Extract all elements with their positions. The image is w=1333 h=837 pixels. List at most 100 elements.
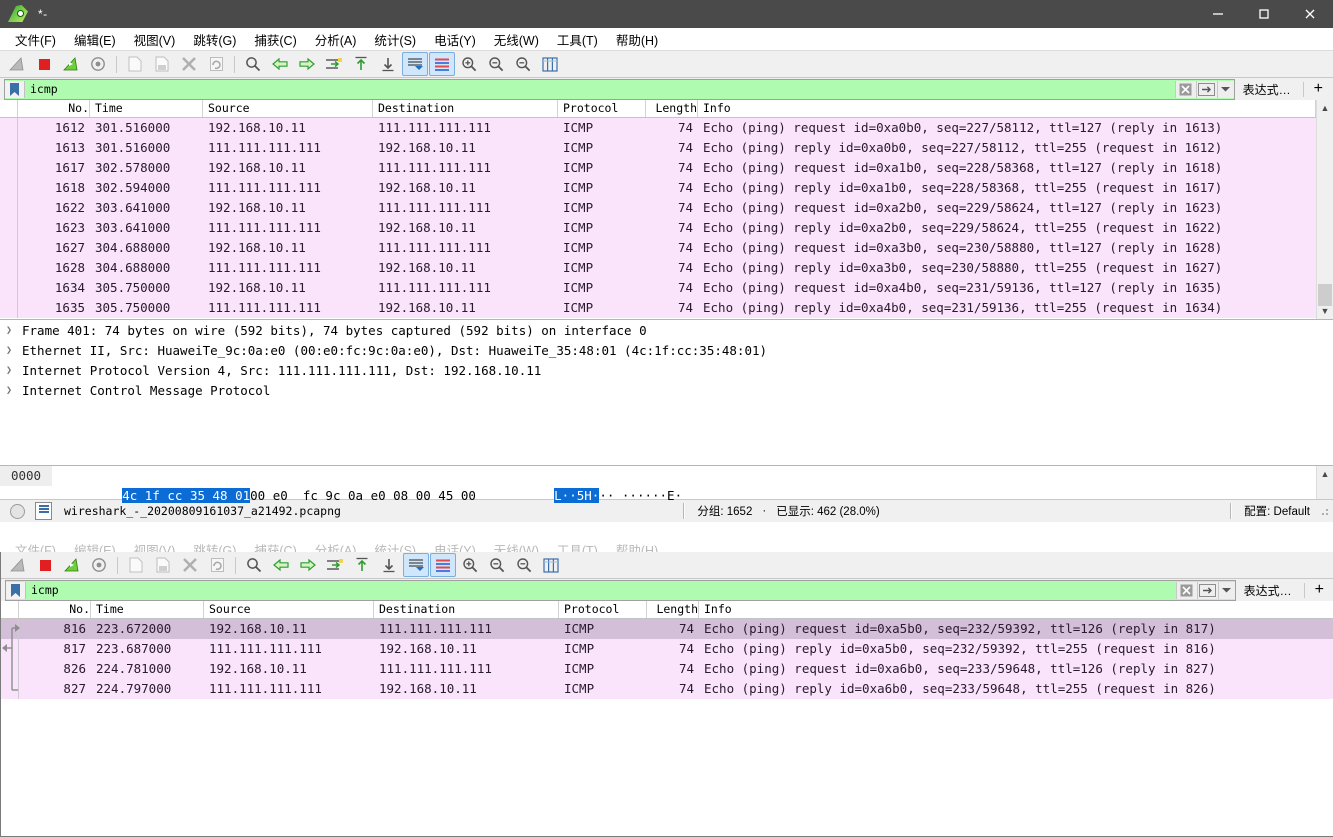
menu-capture[interactable]: 捕获(C) [245,28,305,51]
menu-go[interactable]: 跳转(G) [184,28,245,51]
restart-capture-icon[interactable] [58,52,84,76]
menu-help[interactable]: 帮助(H) [607,28,667,51]
packet-list-body[interactable]: 1612 301.516000 192.168.10.11 111.111.111.1… [0,118,1316,318]
colorize-icon[interactable] [429,52,455,76]
zoom-out-icon[interactable] [484,553,510,577]
filter-dropdown-icon[interactable] [1217,581,1235,599]
zoom-reset-icon[interactable] [510,52,536,76]
colorize-icon[interactable] [430,553,456,577]
zoom-in-icon[interactable] [457,553,483,577]
packet-list[interactable]: No. Time Source Destination Protocol Len… [0,100,1333,319]
packet-row[interactable]: 816 223.672000 192.168.10.11 111.111.111.11… [1,619,1333,639]
column-header-source[interactable]: Source [204,601,374,618]
display-filter-input[interactable] [25,79,1175,99]
menu-analyze[interactable]: 分析(A) [306,28,366,51]
column-header-info[interactable]: Info [698,100,1316,117]
bookmark-icon[interactable] [6,581,26,599]
detail-row[interactable]: ❯ Internet Control Message Protocol [0,380,1333,400]
packet-row[interactable]: 1617 302.578000 192.168.10.11 111.111.111.1… [0,158,1316,178]
go-forward-icon[interactable] [294,52,320,76]
resize-grip[interactable] [1318,505,1330,517]
save-file-icon[interactable] [149,52,175,76]
close-file-icon[interactable] [177,553,203,577]
reload-file-icon[interactable] [204,553,230,577]
packet-row[interactable]: 1612 301.516000 192.168.10.11 111.111.111.1… [0,118,1316,138]
stop-capture-icon[interactable] [32,553,58,577]
ascii-rest[interactable]: ·· ······E· [599,488,682,503]
scrollbar-thumb[interactable] [1318,284,1332,306]
minimize-button[interactable] [1195,0,1241,28]
scrollbar-track[interactable] [1317,116,1333,306]
capture-options-icon[interactable] [86,553,112,577]
apply-filter-icon[interactable] [1196,581,1218,599]
capture-file-icon[interactable] [35,502,52,520]
bytes-pane-scrollbar[interactable]: ▲ [1316,466,1333,499]
display-filter-field[interactable] [4,78,1235,100]
resize-columns-icon[interactable] [537,52,563,76]
packet-row[interactable]: 1634 305.750000 192.168.10.11 111.111.111.1… [0,278,1316,298]
close-file-icon[interactable] [176,52,202,76]
menu-wireless[interactable]: 无线(W) [485,28,548,51]
start-capture-icon[interactable] [5,553,31,577]
resize-columns-icon[interactable] [538,553,564,577]
packet-bytes-pane[interactable]: 0000 4c 1f cc 35 48 0100 e0 fc 9c 0a e0 … [0,465,1333,503]
go-to-first-icon[interactable] [348,52,374,76]
second-display-filter-input[interactable] [26,580,1176,600]
expand-triangle-icon[interactable]: ❯ [6,325,22,336]
bytes-scrollbar-track[interactable] [1317,482,1333,499]
column-header-protocol[interactable]: Protocol [559,601,647,618]
auto-scroll-icon[interactable] [402,52,428,76]
go-to-first-icon[interactable] [349,553,375,577]
detail-row[interactable]: ❯ Frame 401: 74 bytes on wire (592 bits),… [0,320,1333,340]
go-to-last-icon[interactable] [376,553,402,577]
packet-list-scrollbar[interactable]: ▲ ▼ [1316,100,1333,319]
column-header-time[interactable]: Time [90,100,203,117]
expand-triangle-icon[interactable]: ❯ [6,385,22,396]
zoom-reset-icon[interactable] [511,553,537,577]
apply-filter-icon[interactable] [1195,80,1217,98]
column-header-protocol[interactable]: Protocol [558,100,646,117]
packet-row[interactable]: 827 224.797000 111.111.111.111 192.168.10.1… [1,679,1333,699]
column-header-length[interactable]: Length [646,100,698,117]
hex-bytes-selected[interactable]: 4c 1f cc 35 48 01 [122,488,251,503]
hex-bytes-rest[interactable]: 00 e0 fc 9c 0a e0 08 00 45 00 [250,488,476,503]
find-packet-icon[interactable] [241,553,267,577]
bytes-scroll-up-icon[interactable]: ▲ [1317,466,1333,482]
packet-row[interactable]: 1623 303.641000 111.111.111.111 192.168.10.… [0,218,1316,238]
go-back-icon[interactable] [268,553,294,577]
packet-row[interactable]: 1628 304.688000 111.111.111.111 192.168.10.… [0,258,1316,278]
profile-label[interactable]: 配置: Default [1236,503,1318,519]
go-to-last-icon[interactable] [375,52,401,76]
column-header-source[interactable]: Source [203,100,373,117]
expert-info-icon[interactable] [10,503,25,519]
start-capture-icon[interactable] [4,52,30,76]
expand-triangle-icon[interactable]: ❯ [6,345,22,356]
detail-row[interactable]: ❯ Internet Protocol Version 4, Src: 111.1… [0,360,1333,380]
capture-options-icon[interactable] [85,52,111,76]
open-file-icon[interactable] [122,52,148,76]
filter-dropdown-icon[interactable] [1216,80,1234,98]
restart-capture-icon[interactable] [59,553,85,577]
go-to-packet-icon[interactable] [322,553,348,577]
reload-file-icon[interactable] [203,52,229,76]
expand-triangle-icon[interactable]: ❯ [6,365,22,376]
second-filter-expression-button[interactable]: 表达式… [1236,582,1300,599]
stop-capture-icon[interactable] [31,52,57,76]
scroll-up-icon[interactable]: ▲ [1317,100,1333,116]
maximize-button[interactable] [1241,0,1287,28]
second-display-filter-field[interactable] [5,579,1236,601]
add-filter-button[interactable]: + [1308,81,1329,97]
menu-file[interactable]: 文件(F) [6,28,65,51]
clear-filter-icon[interactable] [1174,80,1196,98]
close-button[interactable] [1287,0,1333,28]
go-forward-icon[interactable] [295,553,321,577]
zoom-out-icon[interactable] [483,52,509,76]
second-packet-list[interactable]: No. Time Source Destination Protocol Len… [1,601,1333,699]
column-header-length[interactable]: Length [647,601,699,618]
column-header-no[interactable]: No. [19,601,91,618]
packet-row[interactable]: 826 224.781000 192.168.10.11 111.111.111.11… [1,659,1333,679]
detail-row[interactable]: ❯ Ethernet II, Src: HuaweiTe_9c:0a:e0 (00… [0,340,1333,360]
go-back-icon[interactable] [267,52,293,76]
find-packet-icon[interactable] [240,52,266,76]
column-header-no[interactable]: No. [18,100,90,117]
